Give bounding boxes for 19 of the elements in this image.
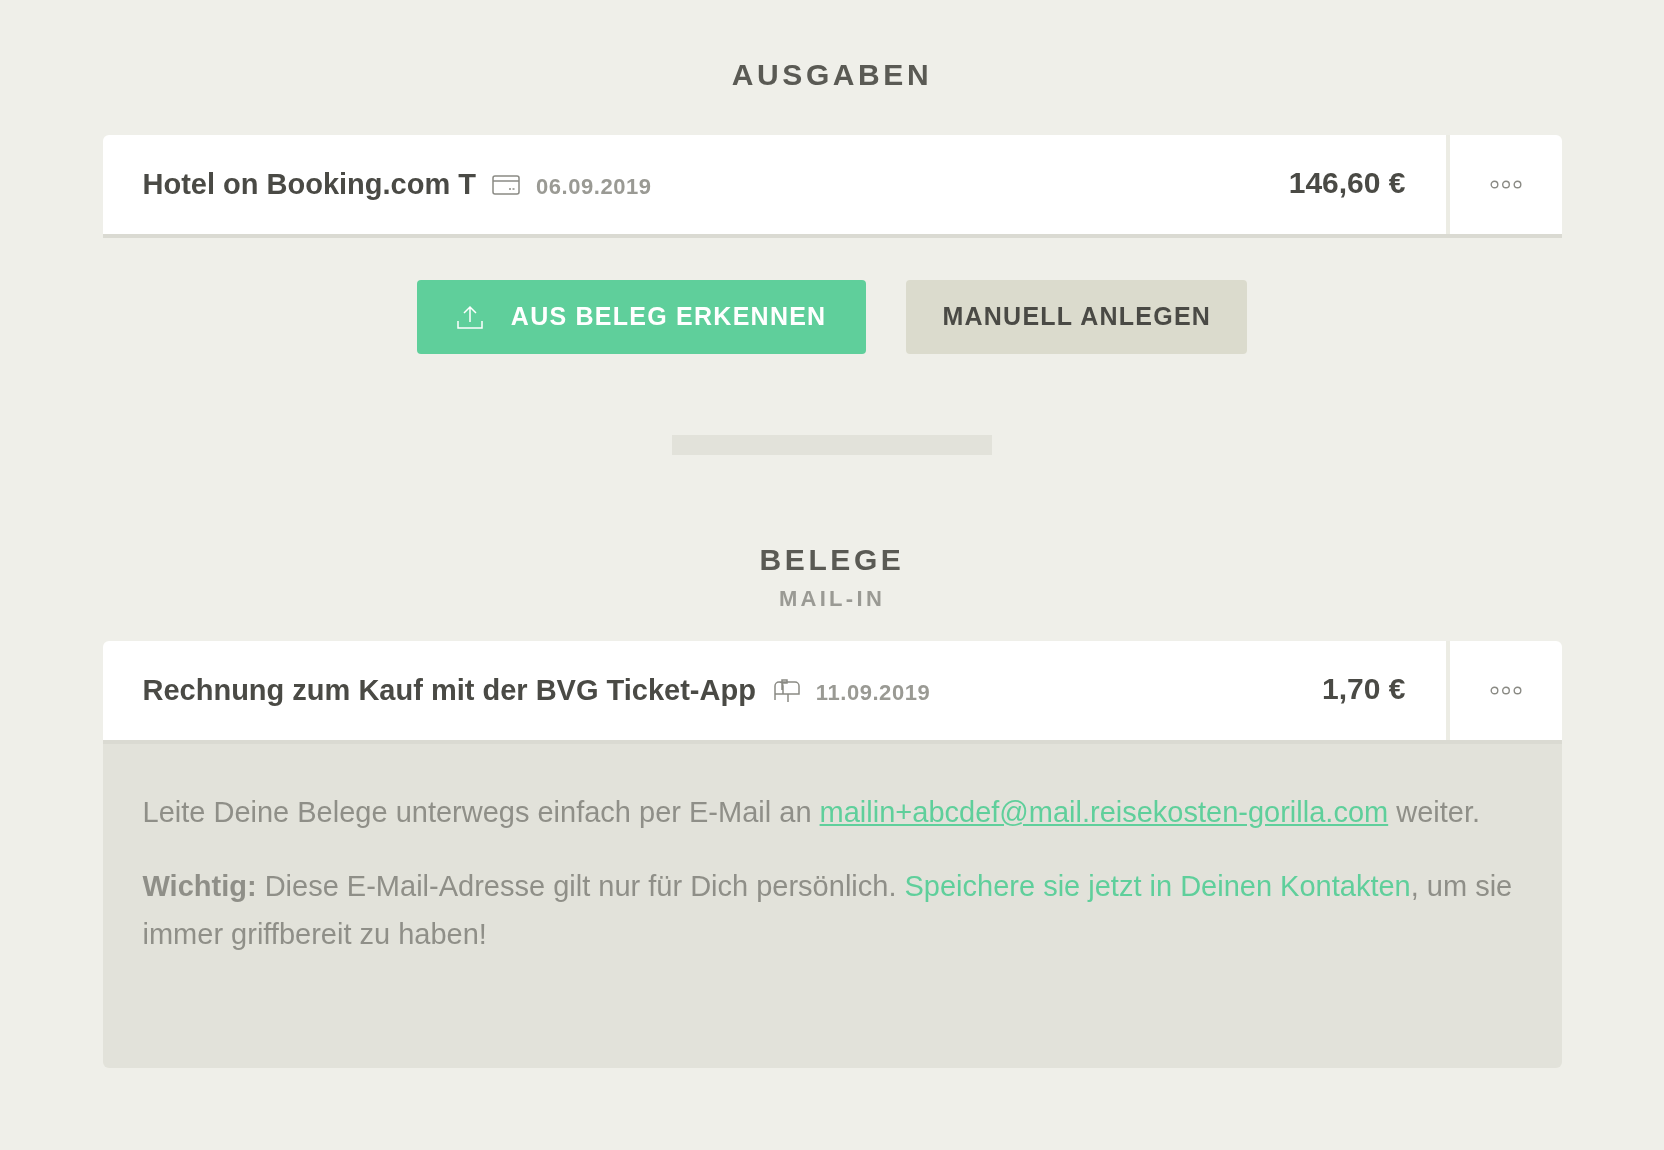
entry-title: Rechnung zum Kauf mit der BVG Ticket-App	[142, 672, 756, 708]
section-heading: BELEGE	[759, 542, 905, 578]
entry-title: Hotel on Booking.com T	[142, 166, 476, 202]
more-icon	[1489, 686, 1522, 695]
entry-amount: 1,70 €	[1322, 671, 1406, 707]
more-icon	[1489, 180, 1522, 189]
manual-create-button[interactable]: MANUELL ANLEGEN	[906, 280, 1248, 354]
expense-card[interactable]: Rechnung zum Kauf mit der BVG Ticket-App 11.09.2019 1,70 €	[102, 641, 1562, 744]
entry-amount: 146,60 €	[1288, 165, 1406, 201]
credit-card-icon	[492, 174, 520, 195]
expense-card[interactable]: Hotel on Booking.com T 06.09.2019 146,60 €	[102, 135, 1562, 238]
info-paragraph: Leite Deine Belege unterwegs einfach per E-Mail an mailin+abcdef@mail.reisekosten-gorilla.com weiter.	[142, 795, 1482, 830]
upload-icon	[456, 305, 483, 329]
mailbox-icon	[771, 677, 800, 704]
section-heading: AUSGABEN	[731, 57, 933, 93]
entry-date: 11.09.2019	[815, 679, 931, 707]
entry-date: 06.09.2019	[536, 173, 652, 201]
section-subheading: MAIL-IN	[778, 585, 886, 613]
info-paragraph: Wichtig: Diese E-Mail-Adresse gilt nur für Dich persönlich. Speichere sie jetzt in Deinen Kontakten, um sie immer griffbereit zu haben!	[142, 869, 1514, 952]
